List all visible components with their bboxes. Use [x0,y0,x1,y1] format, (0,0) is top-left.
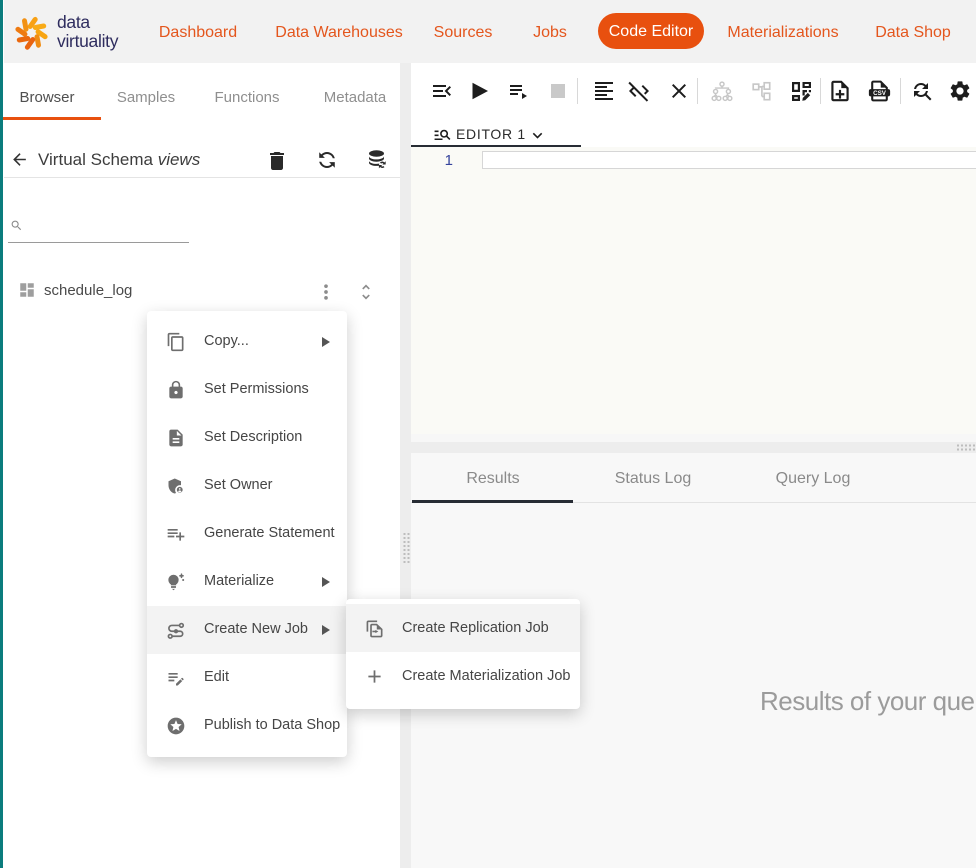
svg-text:CSV: CSV [873,90,887,97]
